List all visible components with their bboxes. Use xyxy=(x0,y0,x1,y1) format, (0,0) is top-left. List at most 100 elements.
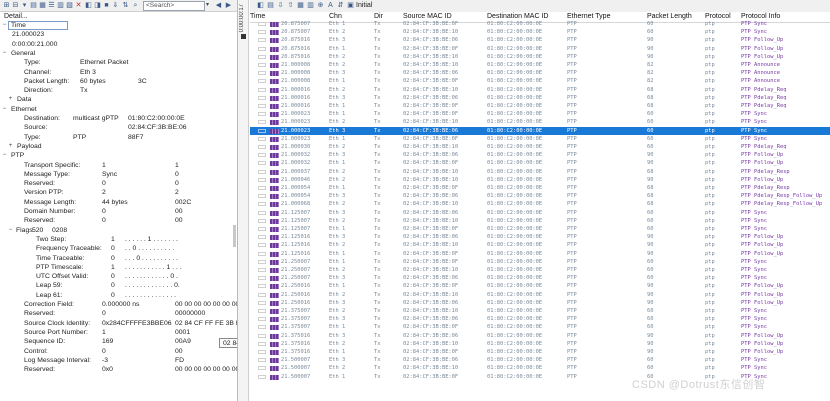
packet-row[interactable]: 21.000016 Eth 1 Tx 02:84:CF:3B:BE:0F 01:80:C… xyxy=(250,102,830,110)
row-expand-icon[interactable] xyxy=(258,87,266,92)
packet-row[interactable]: 21.125016 Eth 2 Tx 02:84:CF:3B:BE:10 01:80:C… xyxy=(250,241,830,249)
row-expand-icon[interactable] xyxy=(258,95,266,100)
detail-row[interactable]: UTC Offset Valid: 0 . . . . . . . . . . . … xyxy=(0,272,237,281)
detail-row[interactable]: Reserved: 0 0 xyxy=(0,179,237,188)
detail-row[interactable]: Channel: Eth 3 xyxy=(0,68,237,77)
detail-row[interactable]: Sequence ID: 169 00A9 xyxy=(0,337,237,346)
packet-row[interactable]: 21.000037 Eth 2 Tx 02:84:CF:3B:BE:10 01:80:C… xyxy=(250,168,830,176)
detail-row[interactable]: Control: 0 00 xyxy=(0,347,237,356)
packet-row[interactable]: 21.375007 Eth 1 Tx 02:84:CF:3B:BE:0F 01:80:C… xyxy=(250,323,830,331)
detail-row[interactable]: Source: 02:84:CF:3B:BE:06 xyxy=(0,123,237,132)
packet-row[interactable]: 21.375016 Eth 2 Tx 02:84:CF:3B:BE:10 01:80:C… xyxy=(250,340,830,348)
scroll-lock-icon[interactable]: ⇅ xyxy=(121,1,130,10)
column-header[interactable]: Packet Length xyxy=(647,13,692,20)
detail-row[interactable]: Time Traceable: 0 . . . 0 . . . . . . . . … xyxy=(0,254,237,263)
list-icon[interactable]: ☰ xyxy=(47,1,56,10)
packet-row[interactable]: 21.000008 Eth 1 Tx 02:84:CF:3B:BE:0F 01:80:C… xyxy=(250,77,830,85)
align-icon[interactable]: ▤ xyxy=(266,1,275,10)
config-icon[interactable]: ▣ xyxy=(346,1,355,10)
detail-row[interactable]: Leap 61: 0 . . . . . . . . . . . . . . xyxy=(0,291,237,300)
packet-row[interactable]: 21.250007 Eth 3 Tx 02:84:CF:3B:BE:06 01:80:C… xyxy=(250,274,830,282)
detail-row[interactable]: Type: Ethernet Packet xyxy=(0,58,237,67)
packet-row[interactable]: 20.875016 Eth 1 Tx 02:84:CF:3B:BE:0F 01:80:C… xyxy=(250,45,830,53)
row-expand-icon[interactable] xyxy=(258,54,266,59)
find-next-icon[interactable]: ▶ xyxy=(224,1,233,10)
row-expand-icon[interactable] xyxy=(258,374,266,379)
row-expand-icon[interactable] xyxy=(258,259,266,264)
row-expand-icon[interactable] xyxy=(258,22,266,26)
collapse-toggle-icon[interactable]: − xyxy=(1,151,8,160)
zoom-icon[interactable]: ⊕ xyxy=(316,1,325,10)
packet-row[interactable]: 21.000016 Eth 3 Tx 02:84:CF:3B:BE:06 01:80:C… xyxy=(250,94,830,102)
row-expand-icon[interactable] xyxy=(258,243,266,248)
detail-row[interactable]: Message Type: Sync 0 xyxy=(0,170,237,179)
row-expand-icon[interactable] xyxy=(258,333,266,338)
packet-row[interactable]: 21.000046 Eth 2 Tx 02:84:CF:3B:BE:10 01:80:C… xyxy=(250,176,830,184)
row-expand-icon[interactable] xyxy=(258,71,266,76)
search-dropdown-icon[interactable]: ▾ xyxy=(206,1,209,8)
packet-row[interactable]: 21.500007 Eth 2 Tx 02:84:CF:3B:BE:10 01:80:C… xyxy=(250,364,830,372)
sort-icon[interactable]: ⇵ xyxy=(336,1,345,10)
row-expand-icon[interactable] xyxy=(258,309,266,313)
row-expand-icon[interactable] xyxy=(258,30,266,35)
detail-row[interactable]: + Payload xyxy=(0,142,237,151)
collapse-toggle-icon[interactable]: − xyxy=(1,105,8,114)
packet-row[interactable]: 21.000023 Eth 2 Tx 02:84:CF:3B:BE:10 01:80:C… xyxy=(250,118,830,126)
column-header[interactable]: Dir xyxy=(374,13,383,20)
column-header[interactable]: Chn xyxy=(329,13,342,20)
marker-icon[interactable]: ◨ xyxy=(93,1,102,10)
packet-row[interactable]: 21.125016 Eth 3 Tx 02:84:CF:3B:BE:06 01:80:C… xyxy=(250,233,830,241)
row-expand-icon[interactable] xyxy=(258,145,266,149)
detail-row[interactable]: Source Port Number: 1 0001 xyxy=(0,328,237,337)
detail-row[interactable]: − Flags 520 0208 xyxy=(0,226,237,235)
detail-row[interactable]: − General xyxy=(0,49,237,58)
column-header[interactable]: Source MAC ID xyxy=(403,13,452,20)
packet-row[interactable]: 21.000032 Eth 3 Tx 02:84:CF:3B:BE:06 01:80:C… xyxy=(250,151,830,159)
packet-row[interactable]: 21.000032 Eth 1 Tx 02:84:CF:3B:BE:0F 01:80:C… xyxy=(250,159,830,167)
detail-row[interactable]: − Time xyxy=(0,21,237,30)
column-header[interactable]: Protocol xyxy=(705,13,731,20)
packet-row[interactable]: 21.250007 Eth 2 Tx 02:84:CF:3B:BE:10 01:80:C… xyxy=(250,266,830,274)
collapse-toggle-icon[interactable]: − xyxy=(1,49,8,58)
detail-row[interactable]: Frequency Traceable: 0 . . 0 . . . . . . .… xyxy=(0,244,237,253)
delete-icon[interactable]: ✕ xyxy=(74,1,83,10)
packet-row[interactable]: 21.000068 Eth 2 Tx 02:84:CF:3B:BE:10 01:80:C… xyxy=(250,200,830,208)
packet-row[interactable]: 21.125016 Eth 1 Tx 02:84:CF:3B:BE:0F 01:80:C… xyxy=(250,250,830,258)
row-expand-icon[interactable] xyxy=(258,202,266,207)
move-up-icon[interactable]: ⇧ xyxy=(286,1,295,10)
row-expand-icon[interactable] xyxy=(258,284,266,289)
row-expand-icon[interactable] xyxy=(258,186,266,190)
detail-row[interactable]: Version PTP: 2 2 xyxy=(0,188,237,197)
collapse-icon[interactable]: ⊟ xyxy=(11,1,20,10)
packet-row[interactable]: 21.000023 Eth 1 Tx 02:84:CF:3B:BE:0F 01:80:C… xyxy=(250,110,830,118)
packet-row[interactable]: 21.000023 Eth 1 Tx 02:84:CF:3B:BE:0F 01:80:C… xyxy=(250,135,830,143)
detail-row[interactable]: Two Step: 1 . . . . . . 1 . . . . . . . xyxy=(0,235,237,244)
detail-row[interactable]: Reserved: 0x0 00 00 00 00 00 00 00 0 xyxy=(0,365,237,374)
packet-row[interactable]: 21.000008 Eth 3 Tx 02:84:CF:3B:BE:06 01:80:C… xyxy=(250,69,830,77)
packet-row[interactable]: 21.375016 Eth 1 Tx 02:84:CF:3B:BE:0F 01:80:C… xyxy=(250,348,830,356)
detail-scrollbar-thumb[interactable] xyxy=(233,225,236,247)
packet-row[interactable]: 21.000054 Eth 3 Tx 02:84:CF:3B:BE:06 01:80:C… xyxy=(250,192,830,200)
move-down-icon[interactable]: ⇩ xyxy=(276,1,285,10)
packet-row[interactable]: 21.000054 Eth 1 Tx 02:84:CF:3B:BE:0F 01:80:C… xyxy=(250,184,830,192)
detail-row[interactable]: Reserved: 0 00000000 xyxy=(0,309,237,318)
detail-row[interactable]: Message Length: 44 bytes 002C xyxy=(0,198,237,207)
columns-icon[interactable]: ▥ xyxy=(56,1,65,10)
detail-row[interactable]: Packet Length: 60 bytes 3C xyxy=(0,77,237,86)
packet-row[interactable]: 21.375007 Eth 3 Tx 02:84:CF:3B:BE:06 01:80:C… xyxy=(250,315,830,323)
find-icon[interactable]: ⌕ xyxy=(131,1,140,10)
packet-row[interactable]: 21.000030 Eth 2 Tx 02:84:CF:3B:BE:10 01:80:C… xyxy=(250,143,830,151)
row-expand-icon[interactable] xyxy=(258,38,266,43)
row-expand-icon[interactable] xyxy=(258,317,266,322)
packet-row[interactable]: 21.125007 Eth 3 Tx 02:84:CF:3B:BE:06 01:80:C… xyxy=(250,209,830,217)
grid-icon[interactable]: ▦ xyxy=(296,1,305,10)
dropdown-icon[interactable]: ▾ xyxy=(20,1,29,10)
row-expand-icon[interactable] xyxy=(258,300,266,305)
column-header[interactable]: Ethernet Type xyxy=(567,13,610,20)
detail-row[interactable]: − Ethernet xyxy=(0,105,237,114)
detail-row[interactable]: 0:00:00:21.000 xyxy=(0,40,237,49)
grid-icon[interactable]: ▦ xyxy=(38,1,47,10)
detail-row[interactable]: Transport Specific: 1 1 xyxy=(0,161,237,170)
row-expand-icon[interactable] xyxy=(258,120,266,125)
row-expand-icon[interactable] xyxy=(258,218,266,223)
